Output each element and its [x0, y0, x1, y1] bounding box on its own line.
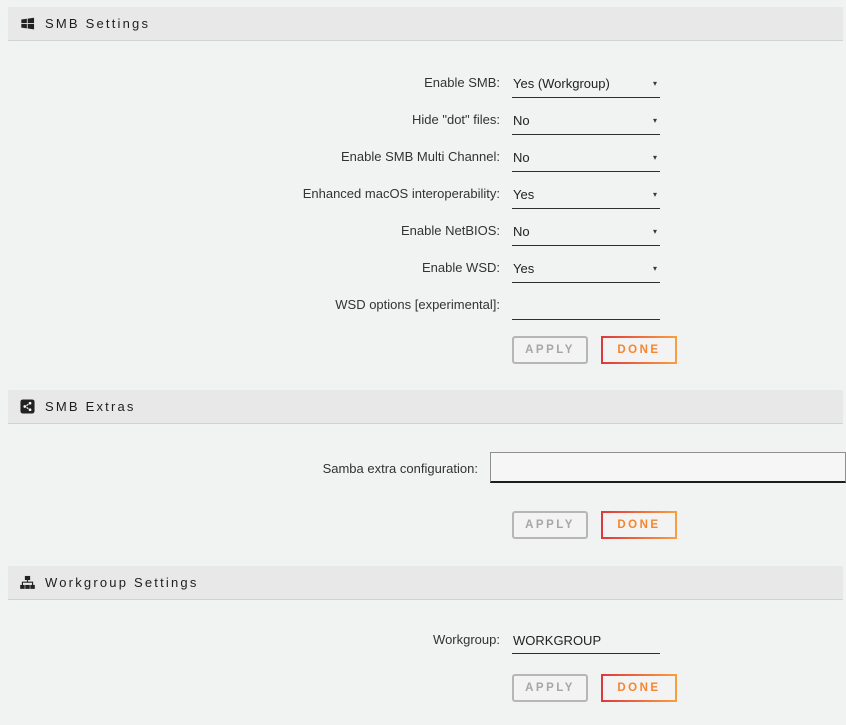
dropdown-arrow-icon: ▾ — [653, 80, 657, 88]
field-label: Workgroup: — [0, 632, 500, 654]
enable-netbios-select[interactable]: No ▾ — [512, 224, 660, 246]
smb-extras-header: SMB Extras — [8, 390, 843, 424]
done-button[interactable]: DONE — [601, 674, 677, 702]
row-macos-interoperability: Enhanced macOS interoperability: Yes ▾ — [0, 172, 846, 209]
apply-button[interactable]: APPLY — [512, 511, 588, 539]
apply-button[interactable]: APPLY — [512, 336, 588, 364]
smb-multi-channel-select[interactable]: No ▾ — [512, 150, 660, 172]
row-enable-netbios: Enable NetBIOS: No ▾ — [0, 209, 846, 246]
samba-extra-configuration-textarea[interactable] — [490, 452, 846, 483]
field-label: Hide "dot" files: — [0, 112, 500, 135]
row-workgroup: Workgroup: — [0, 627, 846, 654]
field-label: Enable SMB Multi Channel: — [0, 149, 500, 172]
select-value: Yes — [513, 261, 534, 276]
dropdown-arrow-icon: ▾ — [653, 228, 657, 236]
row-wsd-options: WSD options [experimental]: — [0, 283, 846, 320]
section-smb-settings: SMB Settings Enable SMB: Yes (Workgroup)… — [0, 7, 846, 364]
enable-wsd-select[interactable]: Yes ▾ — [512, 261, 660, 283]
windows-icon — [20, 16, 35, 31]
share-icon — [20, 399, 35, 414]
workgroup-settings-header: Workgroup Settings — [8, 566, 843, 600]
field-label: Enhanced macOS interoperability: — [0, 186, 500, 209]
enable-smb-select[interactable]: Yes (Workgroup) ▾ — [512, 76, 660, 98]
workgroup-settings-buttons: APPLY DONE — [512, 674, 846, 702]
field-label: Samba extra configuration: — [0, 452, 478, 476]
section-smb-extras: SMB Extras Samba extra configuration: AP… — [0, 390, 846, 539]
section-workgroup-settings: Workgroup Settings Workgroup: APPLY DONE — [0, 566, 846, 702]
select-value: No — [513, 150, 530, 165]
field-label: WSD options [experimental]: — [0, 297, 500, 320]
dropdown-arrow-icon: ▾ — [653, 154, 657, 162]
row-enable-wsd: Enable WSD: Yes ▾ — [0, 246, 846, 283]
select-value: No — [513, 113, 530, 128]
section-title: Workgroup Settings — [45, 575, 199, 590]
done-button[interactable]: DONE — [601, 511, 677, 539]
smb-settings-header: SMB Settings — [8, 7, 843, 41]
dropdown-arrow-icon: ▾ — [653, 265, 657, 273]
dropdown-arrow-icon: ▾ — [653, 191, 657, 199]
select-value: Yes — [513, 187, 534, 202]
section-title: SMB Extras — [45, 399, 136, 414]
dropdown-arrow-icon: ▾ — [653, 117, 657, 125]
field-label: Enable NetBIOS: — [0, 223, 500, 246]
row-hide-dot-files: Hide "dot" files: No ▾ — [0, 98, 846, 135]
done-button[interactable]: DONE — [601, 336, 677, 364]
macos-interoperability-select[interactable]: Yes ▾ — [512, 187, 660, 209]
select-value: Yes (Workgroup) — [513, 76, 610, 91]
row-smb-multi-channel: Enable SMB Multi Channel: No ▾ — [0, 135, 846, 172]
row-samba-extra-configuration: Samba extra configuration: — [0, 452, 846, 483]
sitemap-icon — [20, 575, 35, 590]
smb-extras-buttons: APPLY DONE — [512, 511, 846, 539]
select-value: No — [513, 224, 530, 239]
row-enable-smb: Enable SMB: Yes (Workgroup) ▾ — [0, 61, 846, 98]
smb-settings-form: Enable SMB: Yes (Workgroup) ▾ Hide "dot"… — [0, 41, 846, 364]
smb-settings-buttons: APPLY DONE — [512, 336, 846, 364]
workgroup-input[interactable] — [512, 633, 660, 654]
apply-button[interactable]: APPLY — [512, 674, 588, 702]
wsd-options-input[interactable] — [512, 298, 660, 320]
hide-dot-files-select[interactable]: No ▾ — [512, 113, 660, 135]
section-title: SMB Settings — [45, 16, 150, 31]
field-label: Enable SMB: — [0, 75, 500, 98]
field-label: Enable WSD: — [0, 260, 500, 283]
